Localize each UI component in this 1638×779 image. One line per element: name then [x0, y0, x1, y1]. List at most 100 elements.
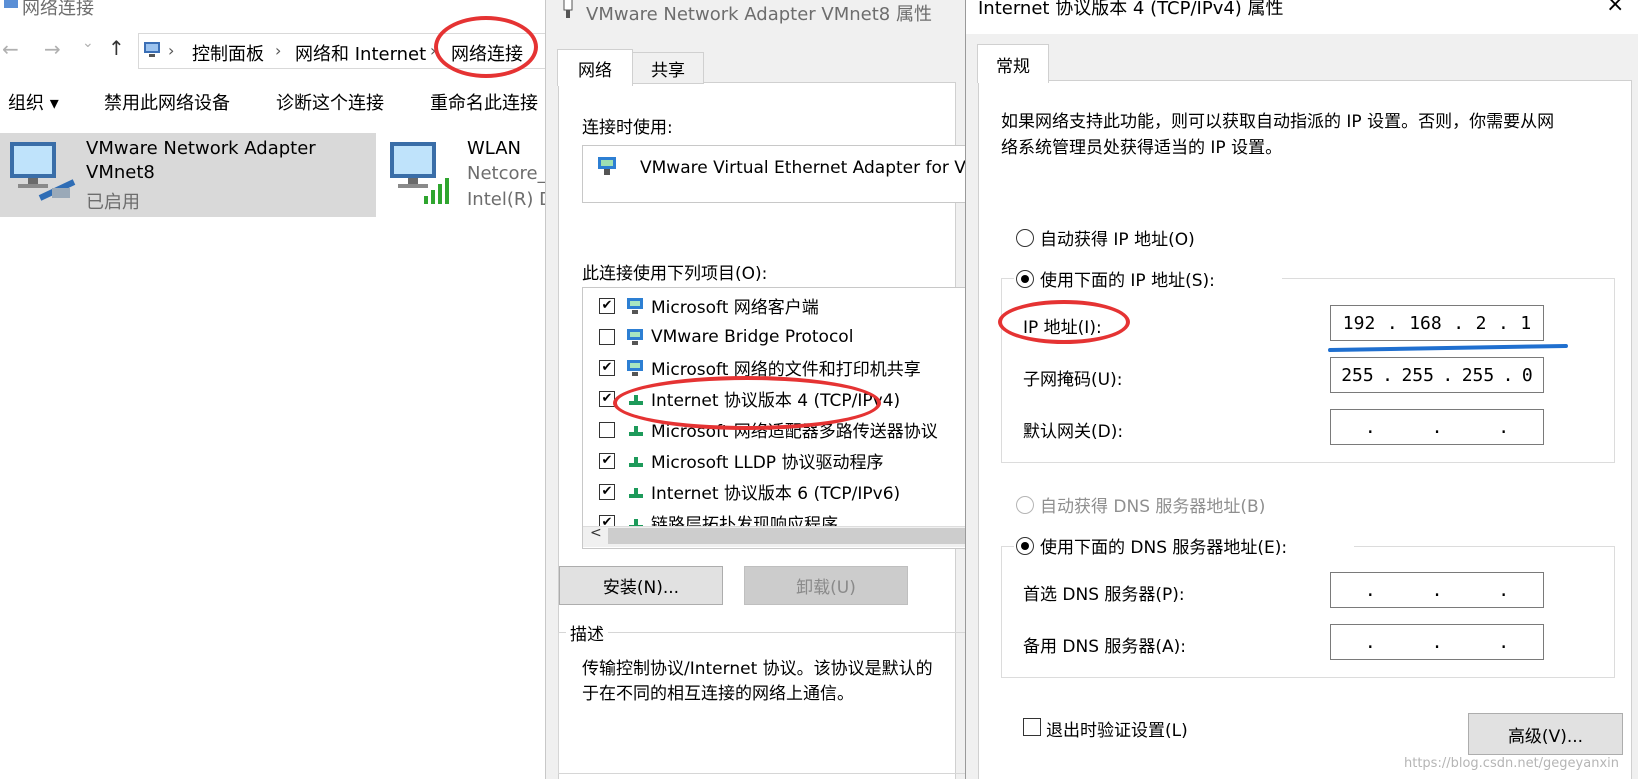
ip-segment: 2	[1475, 312, 1487, 334]
alternate-dns-label: 备用 DNS 服务器(A):	[1023, 637, 1187, 657]
connect-using-label: 连接时使用:	[582, 118, 673, 138]
ip-segment: 255	[1341, 364, 1374, 386]
ip-segment: .	[1382, 364, 1394, 386]
description-text-line2: 于在不同的相互连接的网络上通信。	[582, 684, 854, 704]
component-checkbox[interactable]: ✔	[599, 452, 615, 469]
adapter-plug-icon	[562, 0, 574, 20]
ip-segment: 192	[1342, 312, 1376, 334]
window-title: 网络连接	[22, 0, 94, 19]
intro-text-line1: 如果网络支持此功能，则可以获取自动指派的 IP 设置。否则，你需要从网	[1001, 112, 1555, 132]
auto-dns-label[interactable]: 自动获得 DNS 服务器地址(B)	[1040, 492, 1265, 517]
protocol-icon	[625, 482, 647, 502]
subnet-mask-field[interactable]: 255. 255. 255. 0	[1330, 357, 1544, 393]
scroll-thumb[interactable]	[608, 528, 966, 544]
ip-segment: .	[1431, 416, 1443, 438]
vmnet8-properties-dialog: VMware Network Adapter VMnet8 属性 网络 共享 连…	[545, 0, 966, 779]
component-item[interactable]: ✔ Microsoft LLDP 协议驱动程序	[583, 445, 966, 476]
scroll-left-icon[interactable]: <	[590, 525, 602, 541]
organize-menu[interactable]: 组织 ▾	[8, 89, 59, 115]
forward-arrow-icon[interactable]: →	[44, 37, 61, 61]
component-checkbox[interactable]: ✔	[599, 359, 615, 376]
tab-general[interactable]: 常规	[977, 44, 1049, 83]
component-checkbox[interactable]	[599, 328, 615, 345]
breadcrumb-separator: ›	[168, 41, 175, 60]
component-item[interactable]: VMware Bridge Protocol	[583, 321, 966, 352]
default-gateway-label: 默认网关(D):	[1023, 422, 1124, 442]
ip-segment: .	[1386, 312, 1398, 334]
network-folder-icon	[4, 0, 18, 8]
component-label: Internet 协议版本 6 (TCP/IPv6)	[651, 484, 901, 504]
default-gateway-field[interactable]: ...	[1330, 409, 1544, 445]
ip-segment: .	[1364, 416, 1376, 438]
ip-segment: .	[1431, 579, 1443, 601]
ip-segment: .	[1498, 579, 1510, 601]
protocol-icon	[625, 420, 647, 440]
component-checkbox[interactable]	[599, 421, 615, 438]
uninstall-button[interactable]: 卸载(U)	[744, 566, 908, 605]
dialog-title: Internet 协议版本 4 (TCP/IPv4) 属性	[978, 0, 1284, 19]
adapter-card-icon	[596, 155, 620, 177]
diagnose-command[interactable]: 诊断这个连接	[276, 89, 384, 115]
network-client-icon	[625, 327, 647, 347]
ip-segment: 1	[1520, 312, 1532, 334]
network-connections-window: 网络连接 ← → ⌄ ↑ › 控制面板 › 网络和 Internet › 网络连…	[0, 0, 553, 779]
manual-ip-label[interactable]: 使用下面的 IP 地址(S):	[1040, 266, 1215, 291]
breadcrumb-control-panel[interactable]: 控制面板	[192, 40, 264, 66]
auto-ip-radio[interactable]	[1016, 227, 1034, 247]
ip-address-field[interactable]: 192. 168. 2. 1	[1330, 305, 1544, 341]
auto-dns-radio[interactable]	[1016, 494, 1034, 514]
ip-segment: 255	[1401, 364, 1434, 386]
adapter-wlan-device: Intel(R) D	[467, 189, 553, 210]
component-checkbox[interactable]: ✔	[599, 483, 615, 500]
component-item[interactable]: ✔ Internet 协议版本 6 (TCP/IPv6)	[583, 476, 966, 507]
auto-ip-label[interactable]: 自动获得 IP 地址(O)	[1040, 225, 1195, 250]
description-text-line1: 传输控制协议/Internet 协议。该协议是默认的	[582, 659, 933, 679]
ip-segment: .	[1364, 631, 1376, 653]
tab-sharing[interactable]: 共享	[632, 52, 704, 84]
adapter-value: VMware Virtual Ethernet Adapter for V	[640, 158, 966, 178]
ip-segment: .	[1502, 364, 1514, 386]
tab-network[interactable]: 网络	[557, 49, 633, 86]
annotation-circle-breadcrumb	[434, 16, 538, 78]
manual-ip-radio[interactable]	[1016, 268, 1034, 288]
ip-segment: 255	[1461, 364, 1495, 386]
ip-segment: .	[1364, 579, 1376, 601]
protocol-icon	[625, 451, 647, 471]
close-icon[interactable]: ×	[1606, 0, 1624, 17]
install-button[interactable]: 安装(N)...	[559, 566, 723, 605]
intro-text-line2: 络系统管理员处获得适当的 IP 设置。	[1001, 138, 1283, 158]
advanced-button[interactable]: 高级(V)...	[1468, 713, 1623, 755]
description-label: 描述	[566, 620, 608, 645]
alternate-dns-field[interactable]: ...	[1330, 624, 1544, 660]
preferred-dns-field[interactable]: ...	[1330, 572, 1544, 608]
preferred-dns-label: 首选 DNS 服务器(P):	[1023, 585, 1185, 605]
up-arrow-icon[interactable]: ↑	[108, 36, 125, 60]
ip-segment: .	[1497, 312, 1509, 334]
annotation-circle-ipv4-item	[613, 376, 881, 430]
recent-dropdown-icon[interactable]: ⌄	[82, 35, 94, 51]
ipv4-properties-dialog: Internet 协议版本 4 (TCP/IPv4) 属性 × 常规 如果网络支…	[965, 0, 1638, 779]
network-client-icon	[625, 296, 647, 316]
breadcrumb-network-internet[interactable]: 网络和 Internet	[295, 40, 426, 66]
adapter-vmnet8-name-line2: VMnet8	[86, 162, 155, 183]
dialog-title: VMware Network Adapter VMnet8 属性	[586, 4, 932, 25]
component-item[interactable]: ✔ Microsoft 网络客户端	[583, 290, 966, 321]
manual-dns-label[interactable]: 使用下面的 DNS 服务器地址(E):	[1040, 533, 1287, 558]
adapter-wlan-name[interactable]: WLAN	[467, 138, 521, 159]
rename-command[interactable]: 重命名此连接	[430, 89, 538, 115]
component-label: VMware Bridge Protocol	[651, 326, 854, 347]
wlan-adapter-icon	[386, 138, 460, 206]
component-checkbox[interactable]: ✔	[599, 297, 615, 314]
back-arrow-icon[interactable]: ←	[2, 37, 19, 61]
adapter-vmnet8-status: 已启用	[86, 192, 140, 213]
component-label: Microsoft 网络客户端	[651, 298, 819, 318]
manual-dns-radio[interactable]	[1016, 535, 1034, 555]
breadcrumb-separator: ›	[275, 41, 282, 60]
disable-device-command[interactable]: 禁用此网络设备	[104, 89, 230, 115]
validate-label[interactable]: 退出时验证设置(L)	[1046, 716, 1188, 741]
validate-checkbox[interactable]	[1023, 718, 1041, 736]
adapter-vmnet8-name-line1: VMware Network Adapter	[86, 138, 316, 159]
ip-segment: .	[1498, 416, 1510, 438]
network-adapter-icon	[6, 138, 80, 206]
ip-segment: .	[1431, 631, 1443, 653]
